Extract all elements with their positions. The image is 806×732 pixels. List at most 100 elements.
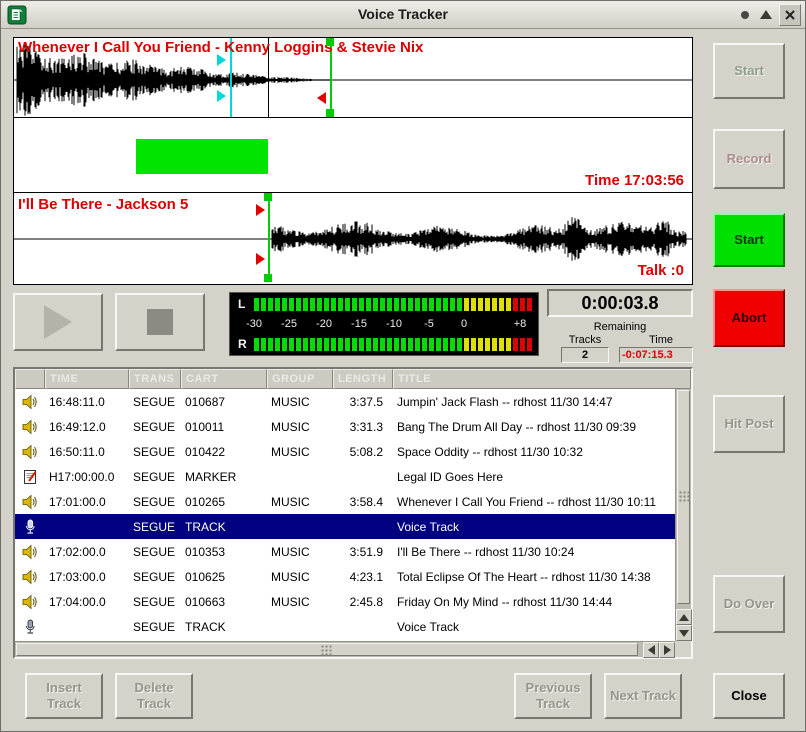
row-cart: TRACK	[181, 620, 267, 634]
delete-track-button[interactable]: Delete Track	[115, 673, 193, 719]
meter-segment	[338, 298, 343, 311]
insert-track-button[interactable]: Insert Track	[25, 673, 103, 719]
row-cart: 010663	[181, 595, 267, 609]
meter-segment	[324, 338, 329, 351]
meter-segment	[289, 298, 294, 311]
abort-button[interactable]: Abort	[713, 289, 785, 347]
scroll-up-button[interactable]	[676, 609, 692, 625]
scroll-down-button[interactable]	[676, 625, 692, 641]
log-row[interactable]: 17:04:00.0 SEGUE 010663 MUSIC 2:45.8 Fri…	[15, 589, 675, 614]
meter-segment	[415, 338, 420, 351]
track1-end-handle-top[interactable]	[326, 38, 334, 46]
meter-segment	[352, 298, 357, 311]
meter-segment	[331, 338, 336, 351]
previous-track-button[interactable]: Previous Track	[514, 673, 592, 719]
row-icon-cell	[15, 594, 45, 610]
track1-strip[interactable]: Whenever I Call You Friend - Kenny Loggi…	[14, 38, 692, 118]
track2-start-handle-bottom[interactable]	[264, 274, 272, 282]
meter-segment	[457, 338, 462, 351]
column-header-trans[interactable]: TRANS	[129, 369, 181, 389]
voice-track-strip[interactable]: Time 17:03:56	[14, 118, 692, 193]
row-group: MUSIC	[267, 420, 333, 434]
meter-segment	[282, 338, 287, 351]
column-header-title[interactable]: TITLE	[393, 369, 691, 389]
hit-post-button[interactable]: Hit Post	[713, 395, 785, 453]
log-row[interactable]: SEGUE TRACK Voice Track	[15, 614, 675, 639]
meter-segment	[324, 298, 329, 311]
column-header-time[interactable]: TIME	[45, 369, 129, 389]
start-previous-button[interactable]: Start	[713, 43, 785, 99]
row-trans: SEGUE	[129, 595, 181, 609]
arrow-up-icon	[679, 614, 689, 621]
row-time: 17:04:00.0	[45, 595, 129, 609]
row-trans: SEGUE	[129, 545, 181, 559]
vertical-scrollbar-thumb[interactable]	[677, 390, 690, 604]
meter-segment	[366, 298, 371, 311]
meter-segment	[275, 338, 280, 351]
next-track-button[interactable]: Next Track	[604, 673, 682, 719]
pin-icon[interactable]	[741, 11, 749, 19]
vertical-scrollbar[interactable]	[675, 389, 691, 641]
do-over-button[interactable]: Do Over	[713, 575, 785, 633]
meter-segment	[401, 298, 406, 311]
log-row[interactable]: SEGUE TRACK Voice Track	[15, 514, 675, 539]
row-icon-cell	[15, 419, 45, 435]
column-header-icon[interactable]	[15, 369, 45, 389]
record-button[interactable]: Record	[713, 129, 785, 189]
shade-icon[interactable]	[760, 10, 772, 19]
scroll-left-button[interactable]	[643, 642, 659, 658]
meter-segment	[450, 298, 455, 311]
track2-title: I'll Be There - Jackson 5	[18, 196, 188, 213]
window-close-button[interactable]	[779, 4, 801, 26]
row-title: Bang The Drum All Day -- rdhost 11/30 09…	[393, 420, 675, 434]
row-group: MUSIC	[267, 395, 333, 409]
meter-segment	[310, 298, 315, 311]
fade-marker-icon[interactable]	[317, 92, 326, 104]
meter-segment	[478, 298, 483, 311]
meter-segment	[401, 338, 406, 351]
column-header-length[interactable]: LENGTH	[333, 369, 393, 389]
log-row[interactable]: 16:48:11.0 SEGUE 010687 MUSIC 3:37.5 Jum…	[15, 389, 675, 414]
segue-marker-handle-bottom[interactable]	[217, 90, 226, 102]
speaker-icon	[22, 444, 38, 460]
titlebar[interactable]: Voice Tracker	[1, 1, 805, 29]
row-icon-cell	[15, 519, 45, 535]
log-row[interactable]: 17:02:00.0 SEGUE 010353 MUSIC 3:51.9 I'l…	[15, 539, 675, 564]
meter-segment	[464, 338, 469, 351]
arrow-down-icon	[679, 630, 689, 637]
column-header-group[interactable]: GROUP	[267, 369, 333, 389]
track2-start-handle-top[interactable]	[264, 193, 272, 201]
track2-strip[interactable]: I'll Be There - Jackson 5 Talk :0	[14, 193, 692, 282]
close-button[interactable]: Close	[713, 673, 785, 719]
meter-segment	[422, 338, 427, 351]
log-row[interactable]: 16:49:12.0 SEGUE 010011 MUSIC 3:31.3 Ban…	[15, 414, 675, 439]
log-row[interactable]: H17:00:00.0 SEGUE MARKER Legal ID Goes H…	[15, 464, 675, 489]
start-next-button[interactable]: Start	[713, 213, 785, 267]
talk-marker-bottom-icon[interactable]	[256, 253, 265, 265]
horizontal-scrollbar[interactable]	[15, 641, 675, 657]
column-header-cart[interactable]: CART	[181, 369, 267, 389]
speaker-icon	[22, 494, 38, 510]
horizontal-scrollbar-thumb[interactable]	[16, 643, 638, 656]
meter-segment	[457, 298, 462, 311]
meter-segment	[506, 298, 511, 311]
log-table: TIMETRANSCARTGROUPLENGTHTITLE 16:	[13, 367, 693, 659]
track2-start-marker-line[interactable]	[268, 193, 270, 282]
meter-segment	[499, 338, 504, 351]
row-group: MUSIC	[267, 545, 333, 559]
meter-segment	[485, 338, 490, 351]
log-row[interactable]: 16:50:11.0 SEGUE 010422 MUSIC 5:08.2 Spa…	[15, 439, 675, 464]
talk-marker-top-icon[interactable]	[256, 204, 265, 216]
scroll-right-button[interactable]	[659, 642, 675, 658]
segue-marker-handle-top[interactable]	[217, 54, 226, 66]
meter-segment	[408, 298, 413, 311]
voice-region[interactable]	[136, 139, 268, 174]
log-row[interactable]: 17:03:00.0 SEGUE 010625 MUSIC 4:23.1 Tot…	[15, 564, 675, 589]
track1-end-handle-bottom[interactable]	[326, 109, 334, 117]
meter-right-label: R	[238, 337, 247, 351]
log-row[interactable]: 17:01:00.0 SEGUE 010265 MUSIC 3:58.4 Whe…	[15, 489, 675, 514]
row-icon-cell	[15, 619, 45, 635]
stop-button[interactable]	[115, 293, 205, 351]
meter-segment	[387, 298, 392, 311]
play-button[interactable]	[13, 293, 103, 351]
